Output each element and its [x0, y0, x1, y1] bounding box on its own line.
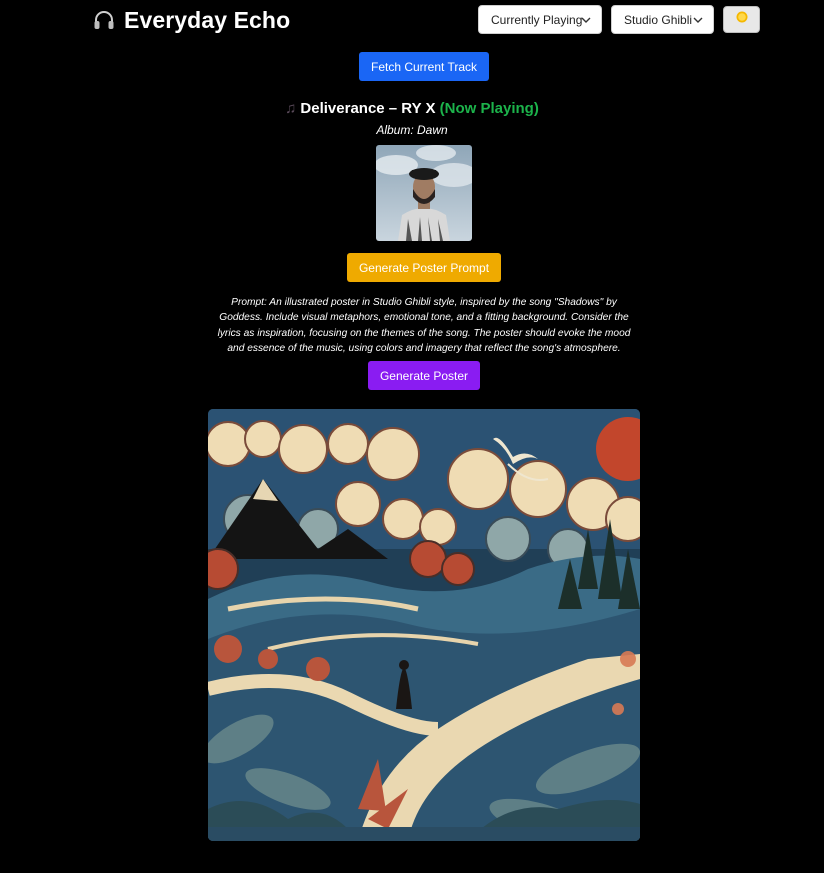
app-page: Everyday Echo Currently Playing Studio G…	[0, 0, 824, 873]
generate-poster-button[interactable]: Generate Poster	[368, 361, 480, 390]
chevron-down-icon	[693, 14, 703, 24]
chevron-down-icon	[581, 14, 591, 24]
fetch-current-track-button[interactable]: Fetch Current Track	[359, 52, 489, 81]
style-select-value: Studio Ghibli	[624, 12, 693, 27]
generate-poster-prompt-button[interactable]: Generate Poster Prompt	[347, 253, 501, 282]
sun-icon	[734, 9, 750, 30]
prompt-text: Prompt: An illustrated poster in Studio …	[217, 297, 631, 354]
headphones-icon	[92, 8, 116, 32]
source-select[interactable]: Currently Playing	[478, 5, 602, 34]
album-name: Album: Dawn	[376, 123, 448, 137]
track-title-artist: Deliverance – RY X	[300, 100, 436, 117]
source-select-value: Currently Playing	[491, 12, 583, 27]
header: Everyday Echo Currently Playing Studio G…	[0, 0, 824, 40]
music-note-icon: ♫	[285, 100, 297, 117]
style-select[interactable]: Studio Ghibli	[611, 5, 714, 34]
track-heading: ♫ Deliverance – RY X (Now Playing)	[0, 100, 824, 117]
theme-toggle-button[interactable]	[723, 6, 760, 33]
album-cover-image	[376, 145, 472, 241]
app-title: Everyday Echo	[124, 6, 291, 33]
now-playing-status: (Now Playing)	[439, 100, 539, 117]
generated-poster-image	[208, 409, 640, 841]
brand: Everyday Echo	[92, 5, 290, 35]
